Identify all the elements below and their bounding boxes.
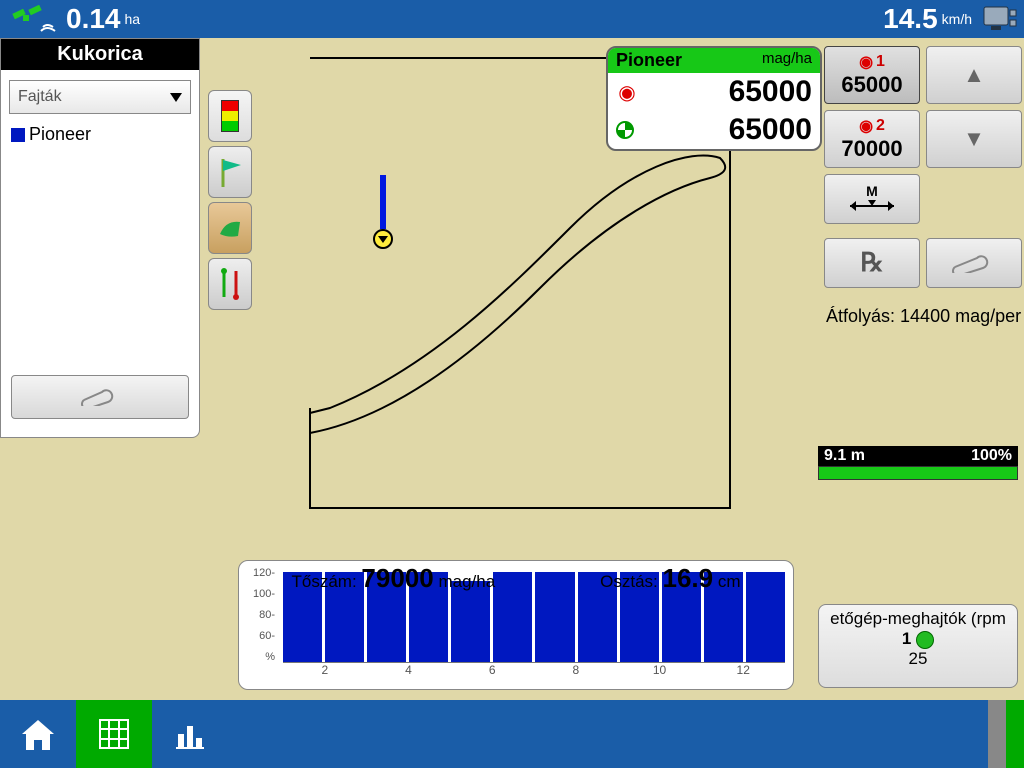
population-chart[interactable]: 120-100-80-60-% Tőszám: 79000 mag/ha Osz…	[238, 560, 794, 690]
side-tab-grey[interactable]	[988, 700, 1006, 768]
manual-section-button[interactable]: M	[824, 174, 920, 224]
flag-button[interactable]	[208, 146, 252, 198]
rate-popup-actual: 65000	[638, 113, 812, 147]
swath-fill	[818, 466, 1018, 480]
settings-button[interactable]	[11, 375, 189, 419]
display-icon[interactable]	[980, 4, 1020, 34]
rate-popup-unit: mag/ha	[762, 50, 812, 71]
chart-view-button[interactable]	[152, 700, 228, 768]
wrench-icon	[951, 253, 997, 273]
vehicle-marker	[380, 175, 393, 249]
gps-signal-icon	[4, 4, 60, 34]
side-tab-green[interactable]	[1006, 700, 1024, 768]
width-bar: 9.1 m 100%	[818, 446, 1018, 480]
rate-popup-name: Pioneer	[616, 50, 682, 71]
driver-count: 1	[902, 629, 911, 648]
crop-title: Kukorica	[1, 39, 199, 70]
chevron-down-icon: ▼	[963, 126, 985, 152]
target-icon: ◉	[616, 80, 638, 105]
driver-rpm: 25	[819, 649, 1017, 669]
home-button[interactable]	[0, 700, 76, 768]
bar-chart-icon	[170, 714, 210, 754]
rate-down-button[interactable]: ▼	[926, 110, 1022, 168]
rate-popup: Pioneer mag/ha ◉ 65000 65000	[606, 46, 822, 151]
guidance-button[interactable]	[208, 258, 252, 310]
rate1-value: 65000	[841, 72, 902, 98]
chevron-up-icon: ▲	[963, 62, 985, 88]
rx-icon: ℞	[860, 248, 883, 278]
swath-percent: 100%	[971, 447, 1012, 465]
top-bar: 0.14 ha 14.5 km/h	[0, 0, 1024, 38]
chart-bar	[325, 572, 364, 662]
chart-bar	[451, 581, 490, 662]
map-view-button[interactable]	[76, 700, 152, 768]
speed-unit: km/h	[942, 11, 972, 27]
legend-label: Pioneer	[29, 124, 91, 145]
tools-button[interactable]	[926, 238, 1022, 288]
map-tools	[208, 90, 252, 314]
flow-rate-text: Átfolyás: 14400 mag/per	[826, 306, 1024, 327]
right-panel: ◉1 65000 ▲ ◉2 70000 ▼ M ℞ Átfolyá	[818, 46, 1024, 327]
chart-bar	[620, 572, 659, 662]
chart-bar	[746, 572, 785, 662]
svg-text:M: M	[866, 184, 878, 199]
driver-panel[interactable]: etőgép-meghajtók (rpm 1 25	[818, 604, 1018, 688]
section-manual-icon: M	[842, 184, 902, 214]
chart-bar	[409, 572, 448, 662]
chart-y-axis: 120-100-80-60-%	[245, 567, 275, 663]
bottom-nav	[0, 700, 1024, 768]
area-unit: ha	[125, 11, 141, 27]
variety-dropdown[interactable]: Fajták	[9, 80, 191, 114]
flag-icon	[217, 155, 243, 189]
chart-bar	[662, 572, 701, 662]
chart-bars	[283, 565, 785, 663]
wrench-icon	[80, 388, 120, 406]
status-dot-icon	[916, 631, 934, 649]
home-icon	[18, 714, 58, 754]
boundary-icon	[216, 216, 244, 240]
chart-bar	[578, 572, 617, 662]
rate2-button[interactable]: ◉2 70000	[824, 110, 920, 168]
guidance-lines-icon	[218, 267, 242, 301]
rate1-button[interactable]: ◉1 65000	[824, 46, 920, 104]
driver-title: etőgép-meghajtók (rpm	[819, 609, 1017, 629]
speed-value: 14.5	[883, 3, 938, 35]
layers-button[interactable]	[208, 90, 252, 142]
chart-bar	[367, 572, 406, 662]
swath-width: 9.1 m	[824, 447, 865, 465]
chart-x-axis: 24681012	[283, 663, 785, 677]
rate-popup-target: 65000	[638, 75, 812, 109]
boundary-button[interactable]	[208, 202, 252, 254]
legend-item: Pioneer	[1, 120, 199, 155]
variety-dropdown-label: Fajták	[18, 88, 62, 106]
left-panel: Kukorica Fajták Pioneer	[0, 38, 200, 438]
chart-bar	[704, 572, 743, 662]
layers-icon	[221, 100, 239, 132]
actual-icon	[616, 121, 638, 139]
chart-bar	[283, 572, 322, 662]
grid-icon	[94, 714, 134, 754]
legend-swatch	[11, 128, 25, 142]
chart-bar	[535, 572, 574, 662]
chart-bar	[493, 572, 532, 662]
rate2-value: 70000	[841, 136, 902, 162]
area-value: 0.14	[66, 3, 121, 35]
rate-up-button[interactable]: ▲	[926, 46, 1022, 104]
rx-button[interactable]: ℞	[824, 238, 920, 288]
